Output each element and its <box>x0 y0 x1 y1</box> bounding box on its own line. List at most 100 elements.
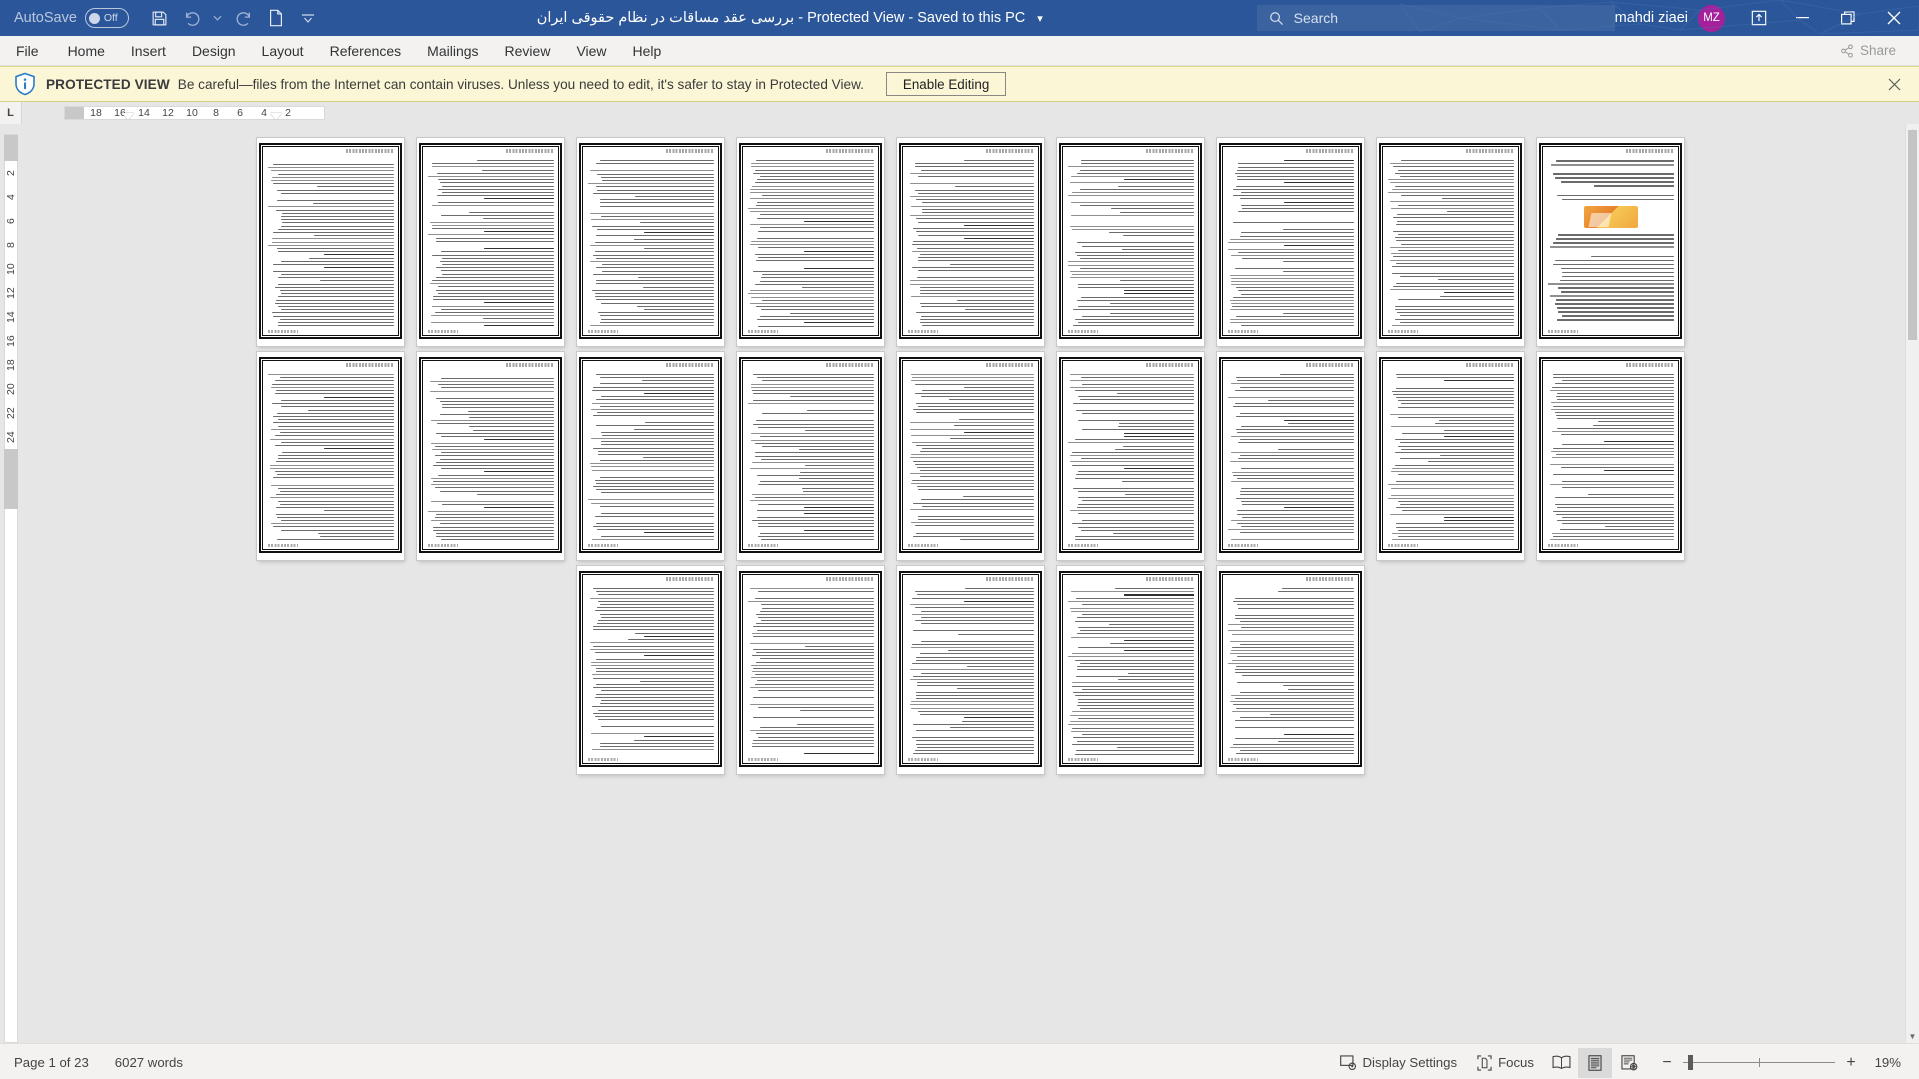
tab-help[interactable]: Help <box>620 36 675 66</box>
tab-view[interactable]: View <box>563 36 619 66</box>
page-canvas[interactable] <box>22 124 1919 1043</box>
page-text-block <box>747 374 874 541</box>
page-footer-number <box>748 544 778 547</box>
page-thumbnail[interactable] <box>737 352 884 560</box>
tab-layout[interactable]: Layout <box>249 36 317 66</box>
zoom-slider[interactable] <box>1683 1055 1835 1071</box>
page-indicator[interactable]: Page 1 of 23 <box>14 1055 89 1070</box>
page-cell <box>891 138 1051 346</box>
page-thumbnail[interactable] <box>1537 138 1684 346</box>
horizontal-ruler[interactable]: 18 16 14 12 10 8 6 4 2 <box>64 102 325 124</box>
text-line <box>753 696 874 698</box>
enable-editing-button[interactable]: Enable Editing <box>885 72 1007 96</box>
minimize-icon[interactable] <box>1779 0 1825 36</box>
word-count[interactable]: 6027 words <box>115 1055 183 1070</box>
tab-references[interactable]: References <box>317 36 415 66</box>
page-thumbnail[interactable] <box>577 566 724 774</box>
page-thumbnail[interactable] <box>1057 566 1204 774</box>
page-thumbnail[interactable] <box>1217 138 1364 346</box>
text-line <box>1399 276 1514 278</box>
page-thumbnail[interactable] <box>257 138 404 346</box>
zoom-out-button[interactable]: − <box>1660 1054 1674 1072</box>
search-box[interactable]: Search <box>1256 5 1615 31</box>
zoom-slider-handle[interactable] <box>1688 1055 1693 1070</box>
undo-icon[interactable] <box>177 4 207 32</box>
page-thumbnail[interactable] <box>1537 352 1684 560</box>
text-heading-line <box>484 324 554 326</box>
page-thumbnail[interactable] <box>897 566 1044 774</box>
text-heading-line <box>1604 441 1674 442</box>
text-line <box>280 519 394 521</box>
focus-button[interactable]: Focus <box>1467 1048 1544 1078</box>
close-icon[interactable] <box>1880 78 1909 91</box>
ribbon-display-options-icon[interactable] <box>1739 0 1779 36</box>
text-line <box>1550 450 1674 452</box>
restore-icon[interactable] <box>1825 0 1871 36</box>
page-thumbnail[interactable] <box>577 138 724 346</box>
text-line <box>749 703 874 705</box>
text-line <box>635 195 714 197</box>
tab-mailings[interactable]: Mailings <box>414 36 491 66</box>
print-layout-icon[interactable] <box>1578 1047 1612 1078</box>
autosave-toggle[interactable]: Off <box>84 8 129 28</box>
tab-home[interactable]: Home <box>55 36 118 66</box>
page-thumbnail[interactable] <box>1217 566 1364 774</box>
vertical-ruler[interactable]: 2 4 6 8 10 12 14 16 18 20 22 24 <box>4 134 18 1043</box>
new-document-icon[interactable] <box>261 4 291 32</box>
indent-marker-icon[interactable] <box>122 113 134 120</box>
account-name[interactable]: mahdi ziaei <box>1615 10 1688 26</box>
text-line <box>1389 513 1514 515</box>
chevron-down-icon[interactable] <box>209 4 227 32</box>
redo-icon[interactable] <box>229 4 259 32</box>
page-thumbnail[interactable] <box>1377 352 1524 560</box>
page-thumbnail[interactable] <box>897 352 1044 560</box>
text-line <box>268 167 394 168</box>
tab-insert[interactable]: Insert <box>118 36 179 66</box>
page-thumbnail[interactable] <box>1057 352 1204 560</box>
page-thumbnail[interactable] <box>737 138 884 346</box>
chevron-down-icon[interactable]: ▾ <box>1037 13 1043 25</box>
text-line <box>1562 198 1674 201</box>
page-thumbnail[interactable] <box>1377 138 1524 346</box>
text-line <box>1075 474 1194 476</box>
zoom-level[interactable]: 19% <box>1867 1055 1911 1070</box>
display-settings-button[interactable]: Display Settings <box>1330 1048 1468 1078</box>
tab-stop-selector[interactable]: L <box>0 102 22 124</box>
ruler-scale[interactable]: 18 16 14 12 10 8 6 4 2 <box>84 106 325 120</box>
page-thumbnail[interactable] <box>1057 138 1204 346</box>
page-header-text <box>666 363 714 367</box>
close-icon[interactable] <box>1871 0 1917 36</box>
text-line <box>1117 185 1194 187</box>
right-indent-marker-icon[interactable] <box>270 113 282 120</box>
text-line <box>273 315 394 317</box>
page-cell <box>571 138 731 346</box>
page-thumbnail[interactable] <box>897 138 1044 346</box>
vertical-scrollbar[interactable]: ▲ ▼ <box>1905 124 1919 1043</box>
text-line <box>1082 383 1194 385</box>
autosave-control[interactable]: AutoSave Off <box>14 8 129 28</box>
avatar[interactable]: MZ <box>1698 4 1725 32</box>
read-mode-icon[interactable] <box>1544 1048 1578 1078</box>
text-line <box>274 470 394 472</box>
text-line <box>1078 306 1194 307</box>
page-thumbnail[interactable] <box>417 138 564 346</box>
tab-file[interactable]: File <box>0 36 55 66</box>
page-thumbnail[interactable] <box>1217 352 1364 560</box>
page-thumbnail[interactable] <box>737 566 884 774</box>
web-layout-icon[interactable] <box>1612 1048 1646 1078</box>
text-line <box>912 613 1034 615</box>
tab-review[interactable]: Review <box>492 36 564 66</box>
scrollbar-thumb[interactable] <box>1908 130 1917 340</box>
scroll-down-icon[interactable]: ▼ <box>1906 1029 1919 1043</box>
save-icon[interactable] <box>145 4 175 32</box>
customize-quick-access-icon[interactable] <box>293 4 323 32</box>
page-thumbnail[interactable] <box>257 352 404 560</box>
tab-design[interactable]: Design <box>179 36 249 66</box>
page-thumbnail[interactable] <box>577 352 724 560</box>
text-line <box>1112 532 1194 534</box>
page-thumbnail[interactable] <box>417 352 564 560</box>
text-heading-line <box>484 302 554 304</box>
share-button[interactable]: Share <box>1829 40 1907 61</box>
zoom-in-button[interactable]: + <box>1844 1054 1858 1072</box>
